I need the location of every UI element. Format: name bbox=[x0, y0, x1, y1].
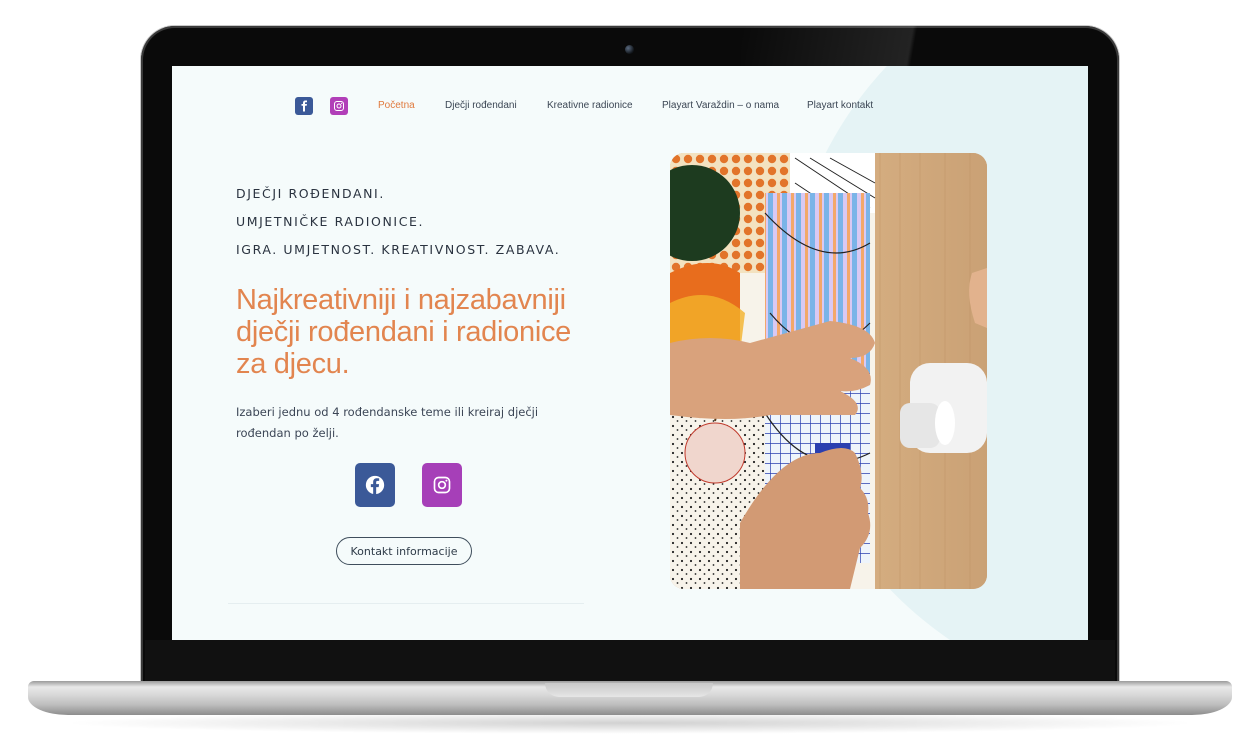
tagline-rodendani: DJEČJI ROĐENDANI. bbox=[236, 186, 385, 201]
webcam bbox=[625, 45, 634, 54]
nav-item-djecji-rodendani[interactable]: Dječji rođendani bbox=[445, 100, 517, 111]
nav-item-kontakt[interactable]: Playart kontakt bbox=[807, 100, 873, 111]
instagram-icon bbox=[433, 476, 451, 494]
laptop-notch bbox=[545, 683, 713, 697]
hero-photo bbox=[670, 153, 987, 589]
nav-facebook-icon[interactable] bbox=[295, 97, 313, 115]
laptop-bezel-bottom bbox=[145, 640, 1115, 684]
hero-lead-text: Izaberi jednu od 4 rođendanske teme ili … bbox=[236, 405, 539, 440]
nav-item-kreativne-radionice[interactable]: Kreativne radionice bbox=[547, 100, 633, 111]
facebook-button[interactable] bbox=[355, 463, 395, 507]
laptop-shadow bbox=[60, 712, 1200, 734]
contact-info-button[interactable]: Kontakt informacije bbox=[336, 537, 472, 565]
tagline-igra: IGRA. UMJETNOST. KREATIVNOST. ZABAVA. bbox=[236, 242, 561, 257]
instagram-button[interactable] bbox=[422, 463, 462, 507]
main-navigation: Početna Dječji rođendani Kreativne radio… bbox=[172, 96, 1088, 118]
nav-item-pocetna[interactable]: Početna bbox=[378, 100, 415, 111]
website-screen: Početna Dječji rođendani Kreativne radio… bbox=[172, 66, 1088, 640]
nav-item-o-nama[interactable]: Playart Varaždin – o nama bbox=[662, 100, 779, 111]
tagline-radionice: UMJETNIČKE RADIONICE. bbox=[236, 214, 425, 229]
facebook-icon bbox=[365, 475, 385, 495]
nav-instagram-icon[interactable] bbox=[330, 97, 348, 115]
section-divider bbox=[228, 603, 584, 604]
hero-headline: Najkreativniji i najzabavniji dječji rođ… bbox=[236, 284, 571, 380]
